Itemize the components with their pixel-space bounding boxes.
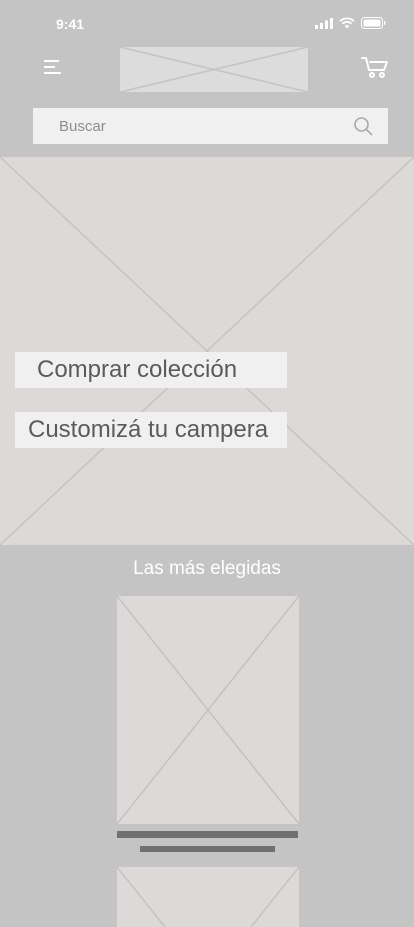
hamburger-menu-icon: [44, 60, 61, 74]
product-price-placeholder: [140, 846, 275, 852]
customize-jacket-button[interactable]: Customizá tu campera: [15, 412, 287, 448]
search-bar[interactable]: [33, 108, 388, 144]
cart-icon: [361, 57, 388, 78]
menu-button[interactable]: [42, 58, 64, 76]
cart-button[interactable]: [360, 55, 390, 79]
logo-placeholder[interactable]: [120, 47, 308, 92]
section-title: Las más elegidas: [133, 558, 281, 579]
product-title-placeholder: [117, 831, 298, 838]
hero-banner: Comprar colección Customizá tu campera: [0, 157, 414, 545]
search-icon[interactable]: [353, 116, 373, 136]
battery-icon: [361, 17, 386, 29]
search-input[interactable]: [57, 116, 353, 136]
status-icons: [315, 17, 386, 29]
wifi-icon: [339, 17, 355, 29]
signal-icon: [315, 17, 333, 29]
product-card-image[interactable]: [117, 867, 299, 927]
product-card-image[interactable]: [117, 596, 299, 824]
status-time: 9:41: [56, 16, 85, 32]
hero-image-placeholder: [0, 157, 414, 545]
buy-collection-button[interactable]: Comprar colección: [15, 352, 287, 388]
